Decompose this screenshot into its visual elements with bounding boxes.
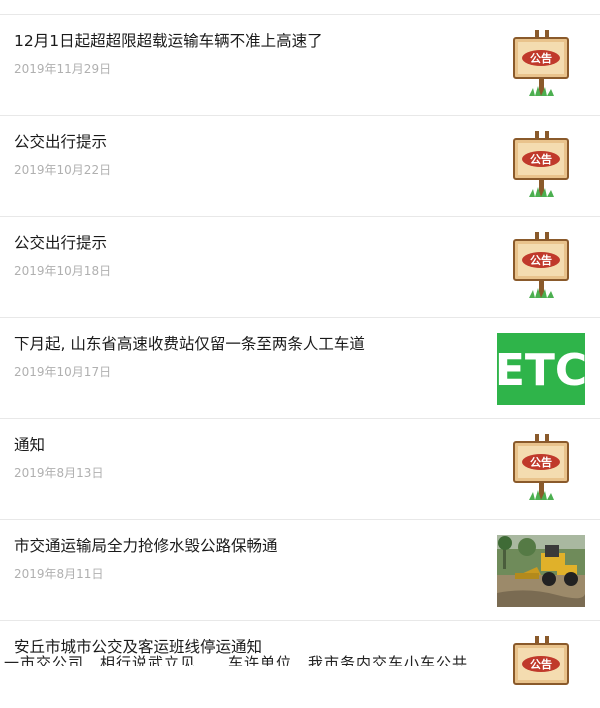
notice-board-icon: 公告: [513, 131, 569, 197]
svg-text:ETC: ETC: [497, 345, 585, 396]
news-title[interactable]: 通知: [14, 434, 484, 456]
notice-board-thumbnail[interactable]: 公告: [497, 30, 585, 102]
news-title[interactable]: 市交通运输局全力抢修水毁公路保畅通: [14, 535, 484, 557]
news-item[interactable]: 通知 2019年8月13日 公告: [0, 419, 600, 520]
news-item[interactable]: 市交通运输局全力抢修水毁公路保畅通 2019年8月11日: [0, 520, 600, 621]
news-item[interactable]: 公交出行提示 2019年10月22日 公告: [0, 116, 600, 217]
notice-board-thumbnail[interactable]: 公告: [497, 636, 585, 708]
svg-text:公告: 公告: [530, 51, 552, 65]
news-date: 2019年8月11日: [14, 567, 104, 581]
news-list: 12月1日起超超限超载运输车辆不准上高速了 2019年11月29日 公告 公交出…: [0, 15, 600, 685]
news-item[interactable]: 12月1日起超超限超载运输车辆不准上高速了 2019年11月29日 公告: [0, 15, 600, 116]
svg-text:公告: 公告: [530, 152, 552, 166]
etc-sign-thumbnail[interactable]: ETC: [497, 333, 585, 405]
notice-board-icon: 公告: [513, 636, 569, 685]
news-date: 2019年8月13日: [14, 466, 104, 480]
news-item[interactable]: 安丘市城市公交及客运班线停运通知 公告: [0, 621, 600, 685]
news-item[interactable]: 公交出行提示 2019年10月18日 公告: [0, 217, 600, 318]
news-title[interactable]: 下月起, 山东省高速收费站仅留一条至两条人工车道: [14, 333, 484, 355]
news-date: 2019年11月29日: [14, 62, 112, 76]
notice-board-thumbnail[interactable]: 公告: [497, 434, 585, 506]
construction-photo-icon: [497, 535, 585, 607]
notice-board-icon: 公告: [513, 30, 569, 96]
news-date: 2019年10月22日: [14, 163, 112, 177]
news-title[interactable]: 公交出行提示: [14, 232, 484, 254]
svg-text:公告: 公告: [530, 455, 552, 469]
news-item[interactable]: 下月起, 山东省高速收费站仅留一条至两条人工车道 2019年10月17日 ETC: [0, 318, 600, 419]
notice-board-icon: 公告: [513, 232, 569, 298]
notice-board-icon: 公告: [513, 434, 569, 500]
construction-photo-thumbnail[interactable]: [497, 535, 585, 607]
etc-sign-icon: ETC: [497, 333, 585, 405]
news-date: 2019年10月18日: [14, 264, 112, 278]
notice-board-thumbnail[interactable]: 公告: [497, 131, 585, 203]
news-date: 2019年10月17日: [14, 365, 112, 379]
notice-board-thumbnail[interactable]: 公告: [497, 232, 585, 304]
news-title[interactable]: 公交出行提示: [14, 131, 484, 153]
news-title[interactable]: 12月1日起超超限超载运输车辆不准上高速了: [14, 30, 484, 52]
svg-text:公告: 公告: [530, 253, 552, 267]
